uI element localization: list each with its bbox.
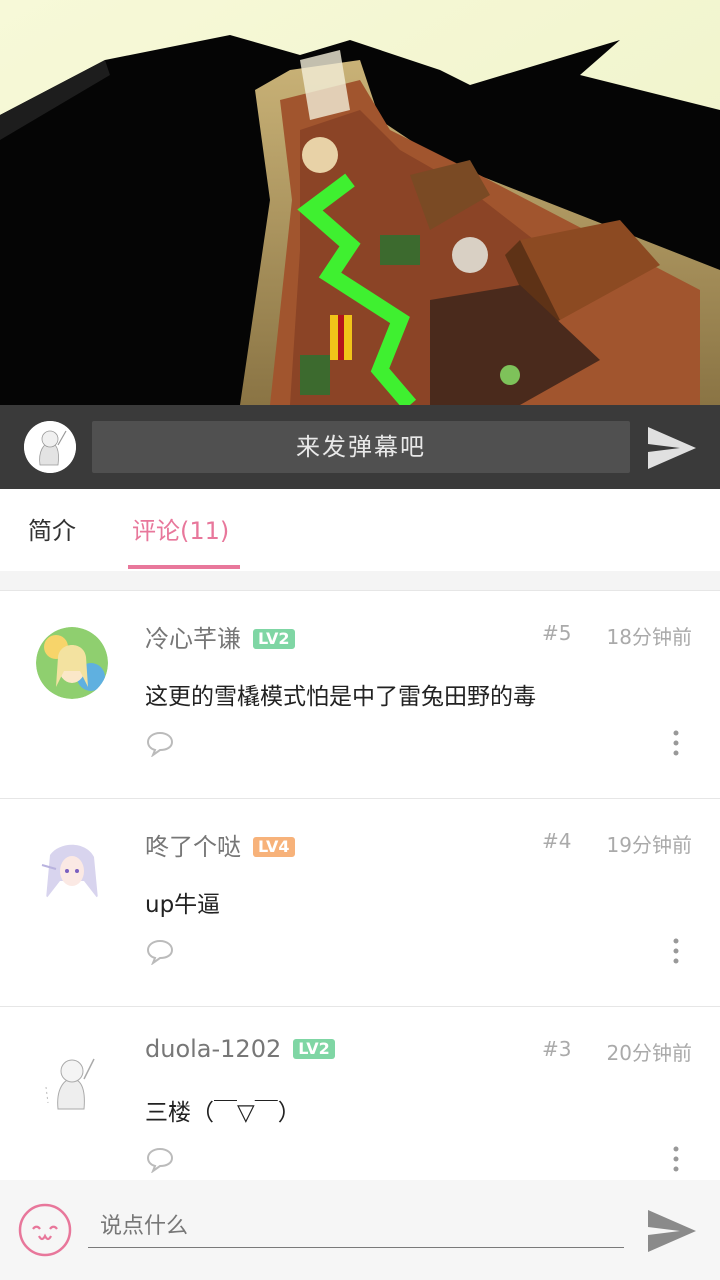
send-icon[interactable] (646, 425, 698, 471)
comment-item: 冷心芊谦 LV2 #5 18分钟前 这更的雪橇模式怕是中了雷兔田野的毒 (0, 591, 720, 799)
comment-username[interactable]: 冷心芊谦 LV2 (145, 619, 295, 654)
level-badge: LV2 (293, 1039, 335, 1059)
more-options-icon[interactable] (670, 729, 682, 757)
more-options-icon[interactable] (670, 1145, 682, 1173)
section-divider (0, 571, 720, 591)
avatar[interactable] (36, 835, 108, 907)
emoji-icon[interactable] (17, 1202, 73, 1258)
comment-content: up牛逼 (145, 892, 221, 918)
comment-time: 19分钟前 (606, 833, 692, 857)
tab-comments[interactable]: 评论(11) (132, 511, 229, 546)
danmaku-bar: 来发弹幕吧 (0, 405, 720, 489)
level-badge: LV2 (253, 629, 295, 649)
user-avatar[interactable] (24, 421, 76, 473)
more-options-icon[interactable] (670, 937, 682, 965)
video-frame (0, 0, 720, 405)
comment-username[interactable]: 咚了个哒 LV4 (145, 827, 295, 862)
comment-compose-bar: 说点什么 (0, 1180, 720, 1280)
reply-icon[interactable] (146, 939, 174, 966)
tab-indicator (128, 565, 240, 569)
tab-bar: 简介 评论(11) (0, 489, 720, 572)
comment-content: 三楼（￣▽￣） (145, 1100, 301, 1126)
avatar[interactable] (36, 627, 108, 699)
comment-content: 这更的雪橇模式怕是中了雷兔田野的毒 (145, 684, 536, 710)
danmaku-input[interactable]: 来发弹幕吧 (92, 421, 630, 473)
avatar[interactable] (36, 1043, 108, 1115)
comment-time: 20分钟前 (606, 1041, 692, 1065)
floor-number: #5 (542, 621, 572, 645)
floor-number: #4 (542, 829, 572, 853)
comment-input[interactable]: 说点什么 (88, 1198, 624, 1248)
floor-number: #3 (542, 1037, 572, 1061)
comment-item: 咚了个哒 LV4 #4 19分钟前 up牛逼 (0, 799, 720, 1007)
reply-icon[interactable] (146, 731, 174, 758)
level-badge: LV4 (253, 837, 295, 857)
send-icon[interactable] (646, 1208, 698, 1254)
comment-username[interactable]: duola-1202 LV2 (145, 1035, 335, 1063)
comment-time: 18分钟前 (606, 625, 692, 649)
tab-intro[interactable]: 简介 (28, 511, 76, 546)
video-player[interactable] (0, 0, 720, 405)
reply-icon[interactable] (146, 1147, 174, 1174)
